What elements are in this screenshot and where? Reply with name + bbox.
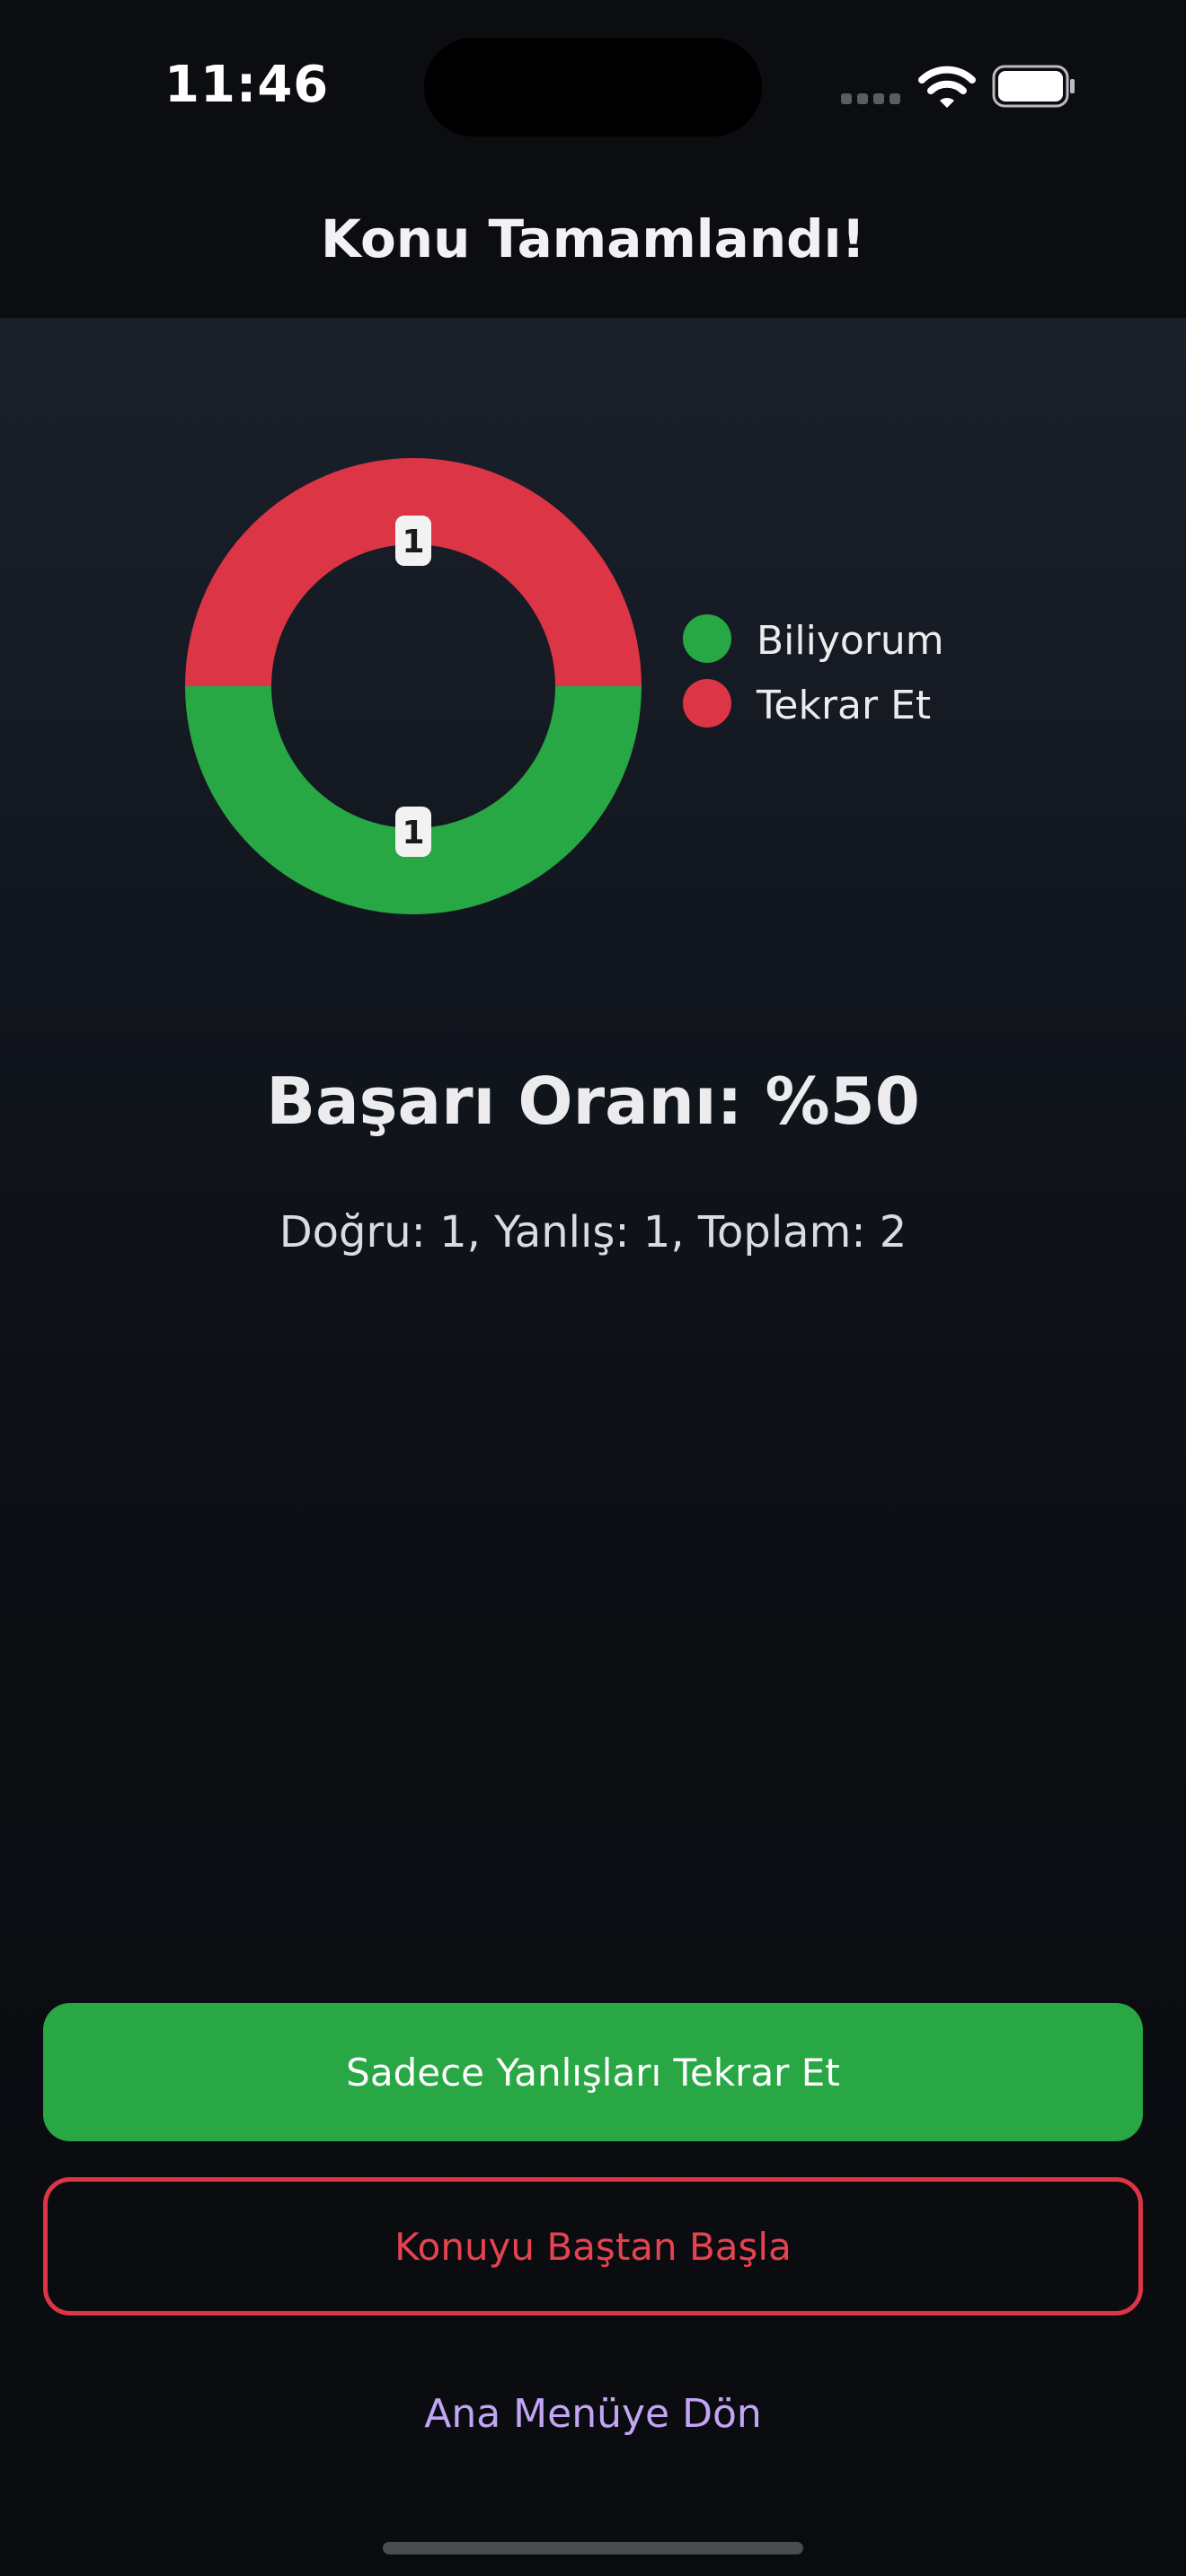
results-summary: Doğru: 1, Yanlış: 1, Toplam: 2 (279, 1207, 907, 1257)
status-time: 11:46 (164, 56, 330, 114)
results-panel: 11 Biliyorum Tekrar Et Başarı Oranı: %50… (0, 318, 1186, 2576)
restart-topic-button[interactable]: Konuyu Baştan Başla (43, 2177, 1143, 2316)
cellular-signal-icon (841, 93, 900, 106)
donut-slice-tekrar-et (185, 458, 642, 686)
donut-chart: 11 (185, 458, 642, 914)
donut-slice-biliyorum (185, 686, 642, 914)
slice-value-label: 1 (395, 516, 431, 566)
top-area: 11:46 Konu Tamamlandı! (0, 0, 1186, 318)
legend-swatch (683, 614, 731, 663)
retry-wrong-button[interactable]: Sadece Yanlışları Tekrar Et (43, 2003, 1143, 2141)
legend-swatch (683, 679, 731, 728)
retry-wrong-label: Sadece Yanlışları Tekrar Et (346, 2050, 840, 2095)
value-text: 1 (402, 524, 424, 560)
success-rate: Başarı Oranı: %50 (266, 1063, 920, 1139)
back-to-main-menu-link[interactable]: Ana Menüye Dön (0, 2391, 1186, 2437)
restart-topic-label: Konuyu Baştan Başla (394, 2224, 792, 2269)
wifi-icon (918, 66, 976, 108)
legend-label: Tekrar Et (757, 683, 932, 728)
battery-icon (992, 65, 1075, 108)
home-indicator[interactable] (383, 2542, 803, 2554)
value-text: 1 (402, 815, 424, 851)
page-title: Konu Tamamlandı! (321, 208, 865, 269)
legend-label: Biliyorum (757, 618, 944, 664)
dynamic-island (424, 38, 762, 137)
slice-value-label: 1 (395, 807, 431, 857)
